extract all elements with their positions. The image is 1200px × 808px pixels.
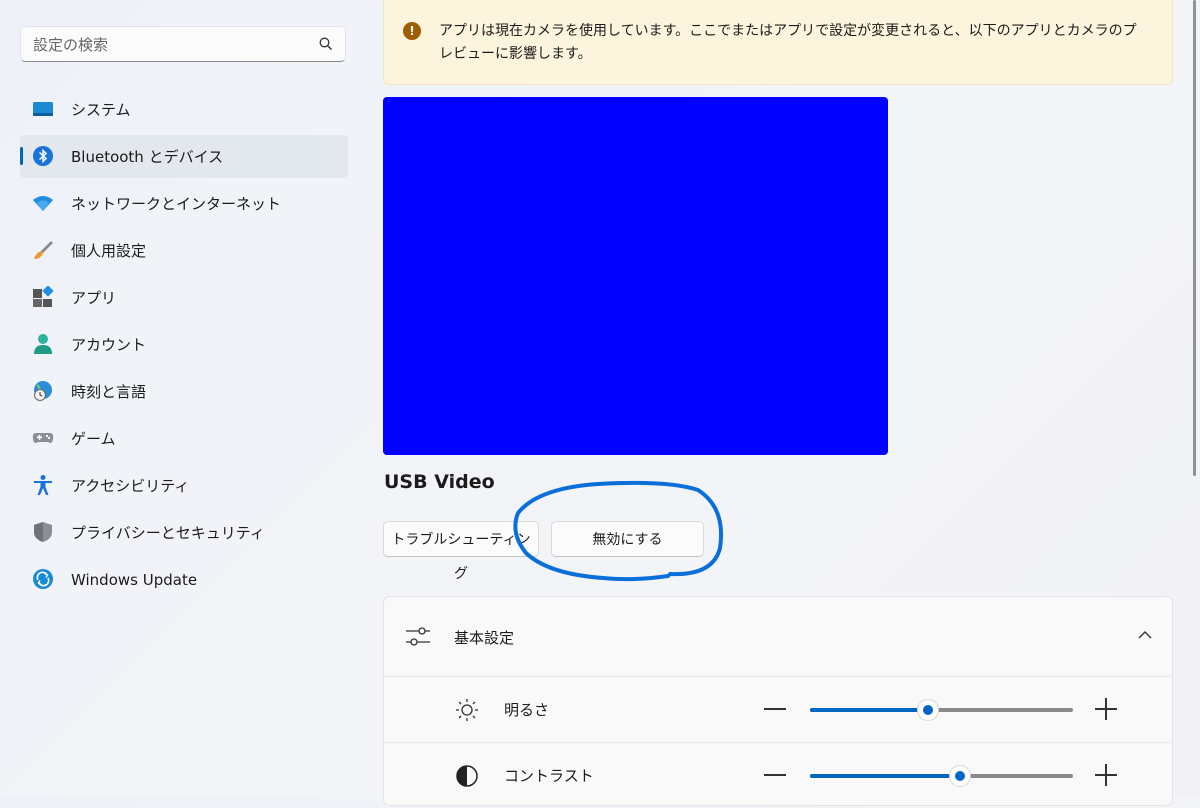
sidebar-item-apps[interactable]: アプリ: [20, 276, 348, 319]
disable-camera-button[interactable]: 無効にする: [551, 521, 704, 557]
brightness-row: 明るさ: [384, 677, 1172, 742]
account-icon: [34, 334, 52, 354]
camera-name: USB Video: [384, 471, 495, 493]
basic-settings-title: 基本設定: [454, 629, 515, 647]
search-input[interactable]: [31, 27, 305, 63]
contrast-row: コントラスト: [384, 742, 1172, 808]
sidebar-item-windows-update[interactable]: Windows Update: [20, 558, 348, 601]
contrast-decrease-button[interactable]: [764, 774, 786, 776]
sidebar-item-privacy-security[interactable]: プライバシーとセキュリティ: [20, 511, 348, 554]
sidebar-item-label: Bluetooth とデバイス: [71, 148, 224, 166]
sidebar-item-label: 時刻と言語: [71, 383, 147, 401]
sidebar-nav: システム Bluetooth とデバイス ネットワークとインターネット 個人用設…: [20, 88, 348, 605]
brightness-increase-button[interactable]: [1095, 698, 1117, 720]
bluetooth-icon: [33, 146, 53, 166]
shield-icon: [34, 522, 52, 542]
gamepad-icon: [32, 433, 54, 443]
basic-settings-header[interactable]: 基本設定: [384, 597, 1172, 677]
brightness-slider-fill: [810, 708, 929, 712]
sidebar-item-network[interactable]: ネットワークとインターネット: [20, 182, 348, 225]
contrast-slider[interactable]: [810, 765, 1073, 787]
sidebar-item-label: Windows Update: [71, 570, 198, 589]
content-scrollbar[interactable]: [1193, 0, 1196, 476]
sidebar-item-label: プライバシーとセキュリティ: [71, 524, 265, 542]
brightness-label: 明るさ: [504, 701, 550, 719]
globe-clock-icon: [34, 381, 52, 401]
sidebar-item-accessibility[interactable]: アクセシビリティ: [20, 464, 348, 507]
active-indicator: [20, 147, 23, 165]
camera-preview: [383, 97, 888, 455]
sidebar-item-label: ネットワークとインターネット: [71, 195, 282, 213]
brightness-slider[interactable]: [810, 699, 1073, 721]
contrast-label: コントラスト: [504, 767, 594, 785]
sliders-icon: [406, 627, 430, 646]
search-icon[interactable]: [319, 37, 333, 51]
contrast-slider-thumb[interactable]: [948, 765, 971, 787]
sidebar-item-accounts[interactable]: アカウント: [20, 323, 348, 366]
troubleshoot-button[interactable]: トラブルシューティング: [383, 521, 539, 582]
brightness-slider-thumb[interactable]: [917, 699, 940, 721]
camera-in-use-banner: ! アプリは現在カメラを使用しています。ここでまたはアプリで設定が変更されると、…: [383, 0, 1173, 85]
contrast-slider-fill: [810, 774, 960, 778]
accessibility-icon: [34, 475, 52, 495]
paintbrush-icon: [34, 241, 53, 259]
sidebar-item-label: システム: [71, 101, 131, 119]
windows-update-icon: [33, 569, 53, 589]
sidebar-item-time-language[interactable]: 時刻と言語: [20, 370, 348, 413]
sidebar-item-system[interactable]: システム: [20, 88, 348, 131]
apps-icon: [33, 286, 54, 307]
sidebar-item-personalization[interactable]: 個人用設定: [20, 229, 348, 272]
sidebar-item-label: アクセシビリティ: [71, 477, 190, 495]
contrast-icon: [456, 765, 478, 787]
system-monitor-icon: [33, 102, 53, 116]
wifi-icon: [33, 196, 53, 211]
brightness-decrease-button[interactable]: [764, 708, 786, 710]
banner-text: アプリは現在カメラを使用しています。ここでまたはアプリで設定が変更されると、以下…: [439, 23, 1137, 62]
sidebar-item-label: 個人用設定: [71, 242, 147, 260]
sidebar-item-label: ゲーム: [71, 430, 116, 448]
warning-icon: !: [403, 22, 421, 40]
basic-settings-card: 基本設定 明るさ コントラスト: [383, 596, 1173, 806]
sidebar-item-label: アプリ: [71, 289, 117, 307]
brightness-icon: [456, 699, 478, 721]
sidebar-item-label: アカウント: [71, 336, 147, 354]
sidebar-item-gaming[interactable]: ゲーム: [20, 417, 348, 460]
settings-search-box[interactable]: [20, 26, 346, 63]
chevron-up-icon[interactable]: [1138, 630, 1152, 640]
sidebar-item-bluetooth[interactable]: Bluetooth とデバイス: [20, 135, 348, 178]
contrast-increase-button[interactable]: [1095, 764, 1117, 786]
